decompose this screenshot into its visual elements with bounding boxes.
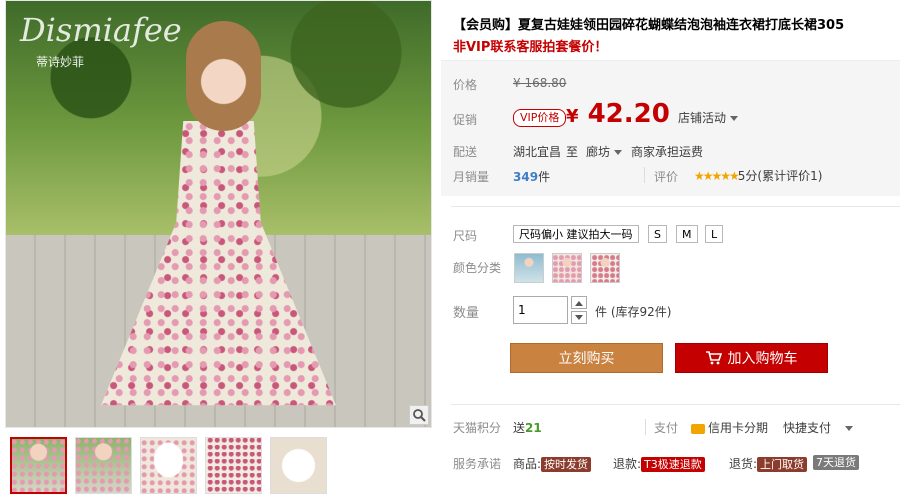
- product-info-panel: 【会员购】夏复古娃娃领田园碎花蝴蝶结泡泡袖连衣裙打底长裙305 非VIP联系客服…: [441, 0, 900, 503]
- shipping-destination-select[interactable]: 廊坊: [586, 143, 623, 160]
- service-tag: T3极速退款: [641, 457, 705, 472]
- chevron-down-icon: [845, 426, 854, 431]
- divider: [644, 167, 645, 183]
- service-tag: 按时发货: [541, 457, 592, 472]
- currency-symbol: ¥: [566, 106, 579, 127]
- monthly-sales-count: 349: [513, 170, 539, 184]
- thumbnail-strip: [10, 437, 327, 494]
- monthly-sales: 349件: [513, 168, 550, 185]
- quantity-decrease-button[interactable]: [571, 311, 587, 324]
- divider: [645, 419, 646, 435]
- shipping-from: 湖北宜昌: [513, 145, 562, 159]
- thumbnail-1[interactable]: [10, 437, 67, 494]
- color-option-2[interactable]: [552, 253, 582, 283]
- thumbnail-5[interactable]: [270, 437, 327, 494]
- original-price: ¥ 168.80: [513, 76, 567, 90]
- service-label: 服务承诺: [453, 457, 502, 471]
- cart-icon: [705, 351, 722, 365]
- brand-watermark: Dismiafee: [20, 11, 182, 49]
- quick-pay-dropdown[interactable]: 快捷支付: [783, 419, 854, 436]
- credit-card-icon: [691, 423, 705, 434]
- quantity-increase-button[interactable]: [571, 296, 587, 309]
- size-label: 尺码: [453, 229, 478, 243]
- section-divider: [451, 206, 900, 207]
- rating-text: 5分(累计评价1): [737, 169, 823, 183]
- service-item[interactable]: 7天退货: [813, 455, 859, 470]
- stock-text: 件 (库存92件): [595, 305, 672, 319]
- service-item[interactable]: 退货: 上门取货: [729, 455, 808, 472]
- rating[interactable]: ★★★★★5分(累计评价1): [694, 167, 822, 184]
- service-prefix: 商品:: [513, 457, 542, 471]
- magnifier-icon[interactable]: [409, 405, 429, 425]
- shipping-destination: 廊坊: [586, 145, 611, 159]
- rating-label: 评价: [654, 170, 679, 184]
- shipping-fee: 商家承担运费: [631, 145, 704, 159]
- promo-label: 促销: [453, 113, 478, 127]
- chevron-down-icon: [614, 150, 623, 155]
- shipping-to-word: 至: [566, 145, 579, 159]
- service-tag: 7天退货: [813, 455, 859, 470]
- thumbnail-4[interactable]: [205, 437, 262, 494]
- store-activity-dropdown[interactable]: 店铺活动: [678, 109, 739, 126]
- color-option-1[interactable]: [514, 253, 544, 283]
- service-item[interactable]: 退款: T3极速退款: [613, 455, 705, 472]
- promo-price: ¥ 42.20: [566, 99, 670, 129]
- main-product-image[interactable]: Dismiafee 蒂诗妙菲: [5, 0, 432, 428]
- points-value: 送21: [513, 419, 542, 436]
- vip-price-badge: VIP价格: [513, 109, 567, 127]
- service-item[interactable]: 商品: 按时发货: [513, 455, 592, 472]
- color-option-3[interactable]: [590, 253, 620, 283]
- price-label: 价格: [453, 78, 478, 92]
- color-label: 颜色分类: [453, 261, 502, 275]
- service-prefix: 退货:: [729, 457, 758, 471]
- monthly-sales-unit: 件: [538, 170, 551, 184]
- quantity-input[interactable]: [513, 296, 568, 324]
- pay-label: 支付: [654, 421, 679, 435]
- price-box: 价格 ¥ 168.80 促销 VIP价格 ¥ 42.20 店铺活动 配送 湖北宜…: [441, 60, 900, 196]
- product-title: 【会员购】夏复古娃娃领田园碎花蝴蝶结泡泡袖连衣裙打底长裙305: [453, 18, 845, 33]
- promo-price-amount: 42.20: [587, 99, 670, 129]
- model-head: [186, 21, 261, 131]
- add-to-cart-button[interactable]: 加入购物车: [675, 343, 828, 373]
- credit-installment-label: 信用卡分期: [708, 421, 769, 435]
- credit-installment[interactable]: 信用卡分期: [691, 419, 768, 436]
- thumbnail-2[interactable]: [75, 437, 132, 494]
- shipping-label: 配送: [453, 145, 478, 159]
- quick-pay-label: 快捷支付: [783, 421, 832, 435]
- size-option-s[interactable]: S: [648, 225, 667, 243]
- chevron-down-icon: [575, 314, 583, 320]
- points-prefix: 送: [513, 421, 526, 435]
- section-divider: [451, 404, 900, 405]
- service-prefix: 退款:: [613, 457, 642, 471]
- store-activity-label: 店铺活动: [678, 111, 727, 125]
- add-to-cart-label: 加入购物车: [727, 351, 798, 367]
- rating-stars-icon: ★★★★★: [694, 169, 740, 183]
- service-tag: 上门取货: [757, 457, 808, 472]
- buy-now-button[interactable]: 立刻购买: [510, 343, 663, 373]
- quantity-label: 数量: [453, 306, 480, 321]
- size-option-l[interactable]: L: [705, 225, 724, 243]
- chevron-down-icon: [730, 116, 739, 121]
- thumbnail-3[interactable]: [140, 437, 197, 494]
- chevron-up-icon: [575, 300, 583, 306]
- monthly-sales-label: 月销量: [453, 170, 490, 184]
- points-label: 天猫积分: [453, 421, 502, 435]
- size-option-m[interactable]: M: [676, 225, 698, 243]
- product-subtitle: 非VIP联系客服拍套餐价！: [453, 40, 608, 55]
- size-option-note[interactable]: 尺码偏小 建议拍大一码: [513, 225, 639, 243]
- brand-watermark-sub: 蒂诗妙菲: [36, 55, 85, 69]
- points-number: 21: [525, 421, 542, 435]
